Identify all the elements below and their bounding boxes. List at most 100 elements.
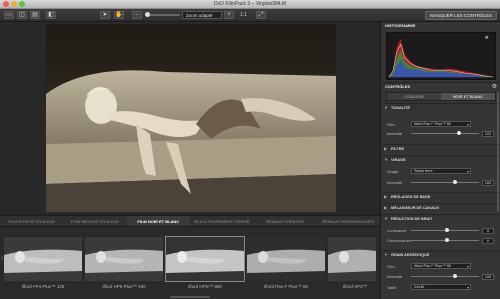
section-label: RÉGLAGES DE BASE [391,195,431,199]
expand-arrow-icon: ▼ [384,157,388,162]
section-label: RÉDUCTION DE BRUIT [391,217,433,221]
tonalite-intensity-value[interactable]: 122 [482,131,494,137]
pointer-tool-icon[interactable]: ➤ [100,11,110,19]
hide-controls-button[interactable]: MASQUER LES CONTRÔLES [425,11,497,20]
side-by-side-icon[interactable]: ▤ [30,11,40,19]
film-thumbnail[interactable] [247,237,325,281]
film-thumbnail[interactable] [328,237,376,281]
expand-arrow-icon: ▼ [384,105,388,110]
tab-rendus-creatifs[interactable]: RENDUS CRÉATIFS [253,216,316,226]
chrominance-label: Chrominance [387,238,411,243]
histogram-chart [386,32,496,80]
thumbnail-image [166,237,244,281]
scroll-left-icon[interactable]: ‹ [1,255,3,262]
chrominance-slider[interactable] [411,238,479,242]
compare-icon[interactable]: ◧ [46,11,56,19]
intensity-label: Intensité [387,274,403,279]
film-thumbnail-selected[interactable] [165,236,245,282]
zoom-select[interactable]: Zoom adapté [182,11,222,19]
section-melangeur-de-canaux[interactable]: ▶ MÉLANGEUR DE CANAUX [381,203,500,211]
zoom-1-to-1-button[interactable]: 1:1 [240,12,247,18]
reset-icon[interactable]: ◦ [495,228,496,233]
collapse-arrow-icon: ▶ [384,205,388,210]
tab-film-noir-et-blanc[interactable]: FILM NOIR ET BLANC [126,216,190,226]
panel-scrollbar[interactable] [497,92,499,212]
grain-intensity-slider[interactable] [411,274,479,278]
section-label: FILTRE [391,147,405,151]
image-viewer[interactable] [0,22,380,215]
section-virage[interactable]: ▼ VIRAGE [381,155,500,163]
film-thumbnail[interactable] [85,237,163,281]
tonalite-film-select[interactable]: Ilford Pan F Plus™ 50 [411,121,471,127]
gear-icon[interactable]: ⚙ [492,83,497,91]
intensity-label: Intensité [387,180,403,185]
section-label: TONALITÉ [391,106,410,110]
film-label: Film [387,122,395,127]
title-bar: DxO FilmPack 3 – Virginie984.tif [0,0,500,9]
slider-knob[interactable] [457,131,461,135]
section-reduction-de-bruit[interactable]: ▼ RÉDUCTION DE BRUIT [381,214,500,222]
slider-knob[interactable] [453,180,457,184]
controls-header: CONTRÔLES ⚙ [381,82,500,90]
zoom-out-icon[interactable]: − [132,11,142,19]
film-thumbnail[interactable] [4,237,82,281]
controls-tabs: COULEUR NOIR ET BLANC [386,92,496,101]
toolbar: ▭ ◫ ▤ ◧ ➤ ✋ − Zoom adapté + 1:1 ⤢ MASQUE… [0,9,500,22]
section-reglages-de-base[interactable]: ▶ RÉGLAGES DE BASE [381,192,500,200]
thumbnail-label: Ilford FP4 Plus™ 125 [21,284,65,289]
grain-taille-select[interactable]: 24x36 [411,284,471,290]
fit-screen-icon[interactable]: ⤢ [256,11,266,19]
collapse-arrow-icon: ▶ [384,194,388,199]
section-label: MÉLANGEUR DE CANAUX [391,206,440,210]
virage-select[interactable]: Sépia terre [411,168,471,174]
grain-intensity-value[interactable]: 100 [482,274,494,280]
controls-title: CONTRÔLES [385,84,411,89]
tab-noir-et-blanc[interactable]: NOIR ET BLANC [441,93,495,100]
zoom-in-icon[interactable]: + [224,11,234,19]
luminance-slider[interactable] [411,228,479,232]
thumbnail-image [247,237,325,281]
reset-icon[interactable]: ◦ [495,238,496,243]
luminance-value[interactable]: 0 [482,228,494,234]
tab-rendus-personnalises[interactable]: RENDUS PERSONNALISÉS [317,216,380,226]
thumbnail-label: Ilford HPS™ 800 [188,284,222,289]
intensity-label: Intensité [387,131,403,136]
virage-intensity-value[interactable]: 100 [482,180,494,186]
main-photo [46,24,336,212]
expand-arrow-icon: ▼ [384,252,388,257]
grain-film-select[interactable]: Ilford Pan F Plus™ 50 [411,263,471,269]
window-title: DxO FilmPack 3 – Virginie984.tif [214,1,286,7]
zoom-slider-knob[interactable] [145,12,150,17]
slider-knob[interactable] [453,274,457,278]
histogram-options-icon[interactable] [485,35,489,39]
virage-intensity-slider[interactable] [411,180,479,184]
single-view-icon[interactable]: ▭ [4,11,14,19]
split-view-icon[interactable]: ◫ [17,11,27,19]
section-tonalite[interactable]: ▼ TONALITÉ [381,103,500,111]
film-label: Film [387,264,395,269]
film-category-tabs: FILM POSITIF COULEUR FILM NÉGATIF COULEU… [0,215,380,227]
hand-tool-icon[interactable]: ✋ [114,11,124,19]
slider-knob[interactable] [445,228,449,232]
film-thumbnail-strip: ‹ Ilford FP4 Plus™ 125 Ilford HP5 Plus™ … [0,227,380,299]
zoom-slider[interactable] [145,12,180,17]
thumbnail-scrollbar[interactable] [170,296,210,298]
thumbnail-image [328,237,376,281]
slider-knob[interactable] [445,238,449,242]
thumbnail-image [85,237,163,281]
expand-arrow-icon: ▼ [384,216,388,221]
tab-film-negatif-couleur[interactable]: FILM NÉGATIF COULEUR [63,216,126,226]
tonalite-intensity-slider[interactable] [411,131,479,135]
thumbnail-label: Ilford HP5 Plus™ 400 [102,284,146,289]
tab-film-positif-couleur[interactable]: FILM POSITIF COULEUR [0,216,63,226]
control-panel: HISTOGRAMME CONTRÔLES ⚙ COULEUR NOIR ET … [380,22,500,299]
section-filtre[interactable]: ▶ FILTRE [381,144,500,152]
reset-icon[interactable]: ◦ [495,274,496,279]
section-label: VIRAGE [391,158,406,162]
virage-label: Virage [387,169,399,174]
section-grain-argentique[interactable]: ▼ GRAIN ARGENTIQUE [381,250,500,258]
tab-couleur[interactable]: COULEUR [387,93,441,100]
collapse-arrow-icon: ▶ [384,146,388,151]
tab-film-traitement-croise[interactable]: FILM À TRAITEMENT CROISÉ [190,216,253,226]
chrominance-value[interactable]: 0 [482,238,494,244]
